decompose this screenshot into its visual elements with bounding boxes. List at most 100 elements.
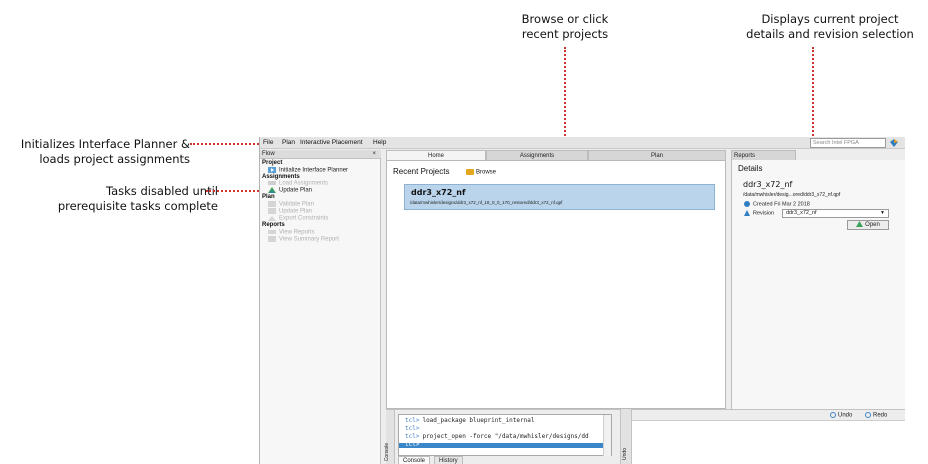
details-pane: Details ddr3_x72_nf /data/mwhisler/desig… xyxy=(731,160,905,409)
flow-header: Flow × xyxy=(260,150,381,159)
undo-pane: Undo Redo xyxy=(632,409,905,464)
flow-item-label: View Reports xyxy=(279,229,315,236)
tab-reports[interactable]: Reports xyxy=(731,150,796,160)
menu-file[interactable]: File xyxy=(263,139,273,146)
callout-text: details and revision selection xyxy=(746,27,914,41)
intel-logo-icon[interactable] xyxy=(889,138,899,148)
browse-label: Browse xyxy=(476,169,497,176)
flow-item-label: Load Assignments xyxy=(279,180,329,187)
revision-value: ddr3_x72_nf xyxy=(786,210,817,216)
tab-assignments[interactable]: Assignments xyxy=(486,150,588,160)
reports-icon xyxy=(268,230,276,234)
revision-label: Revision xyxy=(753,210,775,217)
details-created-text: Created Fri Mar 2 2018 xyxy=(753,201,810,208)
flow-item-initialize-interface-planner[interactable]: Initialize Interface Planner xyxy=(268,167,348,174)
console-prompt: tcl> xyxy=(405,425,420,432)
summary-report-icon xyxy=(268,236,276,242)
load-icon xyxy=(268,181,276,185)
console-prompt: tcl> xyxy=(405,441,420,448)
callout-leader xyxy=(812,47,814,139)
console-side-label: Console xyxy=(384,442,391,462)
export-icon xyxy=(268,216,276,221)
flow-item-update-plan[interactable]: Update Plan xyxy=(268,187,312,194)
flow-item-label: Update Plan xyxy=(279,208,313,215)
home-pane: Recent Projects Browse ddr3_x72_nf /data… xyxy=(386,160,726,409)
undo-side-tab[interactable]: Undo xyxy=(620,409,632,464)
details-project-path: /data/mwhisler/desig...ored/ddr3_x72_nf.… xyxy=(743,192,841,198)
tab-plan[interactable]: Plan xyxy=(588,150,726,160)
callout-text: recent projects xyxy=(521,27,609,41)
details-created: Created Fri Mar 2 2018 xyxy=(744,201,810,207)
callout-text: Browse or click xyxy=(521,12,609,26)
flow-item-load-assignments: Load Assignments xyxy=(268,180,328,187)
recent-project-name: ddr3_x72_nf xyxy=(411,188,466,197)
interface-planner-window: File Plan Interactive Placement Help Sea… xyxy=(259,137,905,464)
open-label: Open xyxy=(865,222,880,228)
flow-item-validate-plan: Validate Plan xyxy=(268,201,314,208)
redo-button[interactable]: Redo xyxy=(865,412,887,419)
console-selected-line xyxy=(399,443,604,448)
menu-help[interactable]: Help xyxy=(373,139,386,146)
recent-project-item[interactable]: ddr3_x72_nf /data/mwhisler/designs/ddr3_… xyxy=(404,184,715,210)
created-icon xyxy=(744,201,750,207)
tab-console[interactable]: Console xyxy=(398,456,431,464)
callout-browse: Browse or click recent projects xyxy=(500,12,630,42)
callout-leader xyxy=(206,190,262,192)
menu-plan[interactable]: Plan xyxy=(282,139,295,146)
recent-project-path: /data/mwhisler/designs/ddr3_x72_nf_18_0_… xyxy=(410,200,563,205)
details-project-name: ddr3_x72_nf xyxy=(743,180,793,189)
grid-icon xyxy=(268,208,276,214)
menu-interactive-placement[interactable]: Interactive Placement xyxy=(300,139,363,146)
callout-text: prerequisite tasks complete xyxy=(57,199,218,213)
console-line: tcl> load_package blueprint_internal xyxy=(405,417,534,424)
undo-side-label: Undo xyxy=(621,448,628,460)
chevron-down-icon: ▼ xyxy=(880,210,885,216)
tab-history[interactable]: History xyxy=(434,456,463,464)
open-button[interactable]: Open xyxy=(847,220,889,230)
flow-item-label: Export Constraints xyxy=(279,215,329,222)
tab-home[interactable]: Home xyxy=(386,150,486,160)
callout-details: Displays current project details and rev… xyxy=(740,12,920,42)
console-output[interactable]: tcl> load_package blueprint_internal tcl>… xyxy=(398,414,612,456)
details-title: Details xyxy=(738,164,763,173)
callout-interface-planner: Initializes Interface Planner & loads pr… xyxy=(10,137,190,167)
callout-leader xyxy=(190,143,262,145)
flow-item-label: Update Plan xyxy=(279,187,313,194)
close-icon[interactable]: × xyxy=(372,150,376,159)
redo-icon xyxy=(865,412,871,418)
console-line: tcl> project_open -force "/data/mwhisler/… xyxy=(405,433,589,440)
flow-title: Flow xyxy=(262,151,275,157)
callout-text: Displays current project xyxy=(761,12,899,26)
browse-button[interactable]: Browse xyxy=(466,169,496,176)
flow-item-label: Validate Plan xyxy=(279,201,314,208)
flow-section-project: Project xyxy=(262,160,283,166)
callout-leader xyxy=(564,47,566,139)
flow-item-view-summary-report: View Summary Report xyxy=(268,236,339,243)
flow-item-label: Initialize Interface Planner xyxy=(279,167,349,174)
flow-panel: Flow × Project Initialize Interface Plan… xyxy=(260,150,381,464)
console-scrollbar[interactable] xyxy=(603,415,611,456)
flow-item-export-constraints: Export Constraints xyxy=(268,215,328,222)
validate-icon xyxy=(268,201,276,207)
search-input[interactable]: Search Intel FPGA xyxy=(810,138,886,148)
update-plan-icon xyxy=(268,187,276,193)
flow-item-view-reports: View Reports xyxy=(268,229,315,236)
main-tabs: Home Assignments Plan xyxy=(386,150,726,160)
folder-icon xyxy=(466,169,474,175)
flow-section-reports: Reports xyxy=(262,222,285,228)
open-icon xyxy=(856,221,864,228)
console-prompt: tcl> xyxy=(405,417,420,424)
redo-label: Redo xyxy=(873,412,888,419)
callout-text: Initializes Interface Planner & xyxy=(20,137,190,151)
revision-select[interactable]: ddr3_x72_nf ▼ xyxy=(782,209,889,218)
console-text: project_open -force "/data/mwhisler/desi… xyxy=(422,433,589,440)
menubar: File Plan Interactive Placement Help Sea… xyxy=(260,137,905,149)
callout-tasks-disabled: Tasks disabled until prerequisite tasks … xyxy=(40,184,218,214)
callout-text: loads project assignments xyxy=(39,152,190,166)
console-side-tab[interactable]: Console xyxy=(384,410,395,464)
console-line: tcl> xyxy=(405,441,422,448)
undo-toolbar: Undo Redo xyxy=(632,410,905,421)
undo-button[interactable]: Undo xyxy=(830,412,852,419)
flow-item-label: View Summary Report xyxy=(279,236,339,243)
play-icon xyxy=(268,167,276,173)
